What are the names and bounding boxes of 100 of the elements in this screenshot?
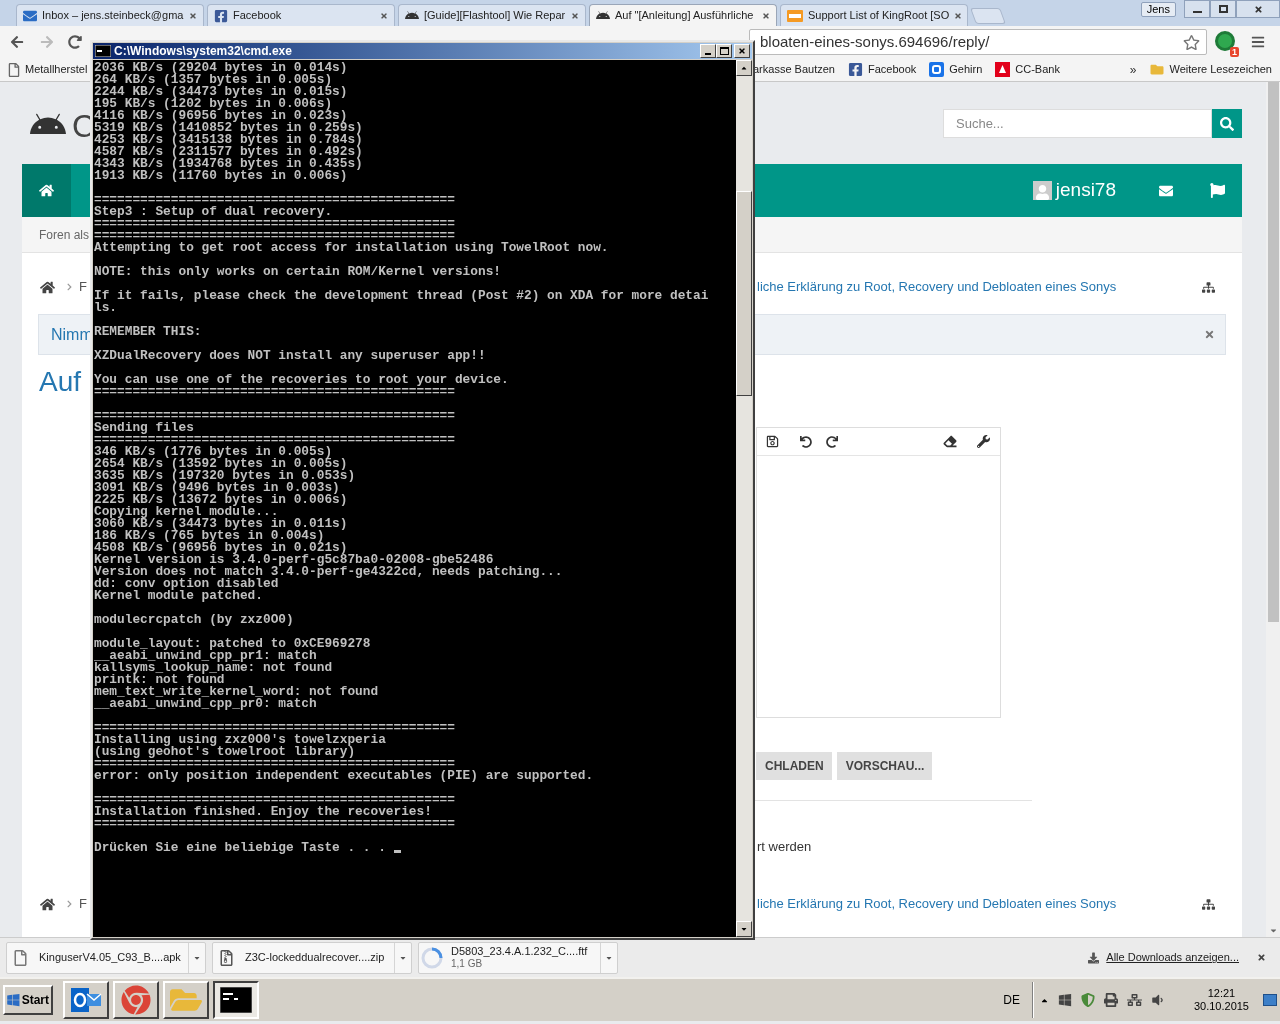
form-button[interactable]: CHLADEN [756, 752, 832, 780]
subnav-link[interactable]: Foren als [39, 225, 90, 244]
undo-icon[interactable] [800, 435, 812, 448]
close-icon[interactable] [954, 11, 963, 20]
console-line: 4587 KB/s (2311577 bytes in 0.492s) [94, 146, 364, 158]
browser-tab[interactable]: [Guide][Flashtool] Wie Repar [398, 4, 586, 26]
close-icon[interactable] [762, 11, 770, 20]
console-line: 346 KB/s (1776 bytes in 0.005s) [94, 446, 333, 458]
reload-icon[interactable] [68, 35, 82, 49]
menu-icon[interactable] [1251, 35, 1265, 49]
home-icon[interactable] [40, 896, 55, 912]
download-item[interactable]: Z3C-lockeddualrecover....zip [212, 941, 412, 974]
close-icon[interactable] [1257, 953, 1266, 962]
scroll-thumb[interactable] [736, 191, 752, 396]
console-line: XZDualRecovery does NOT install any superuser app!! [94, 350, 487, 362]
shield-icon[interactable] [1080, 993, 1095, 1007]
down-arrow-icon [740, 925, 748, 933]
home-button[interactable] [22, 164, 71, 217]
browser-tab[interactable]: Auf "[Anleitung] Ausführliche [589, 4, 777, 26]
more-bookmarks-button[interactable]: » [1129, 60, 1137, 79]
extension-icon[interactable] [1215, 31, 1235, 51]
console-line: =============================================== [94, 230, 455, 242]
close-icon[interactable] [1204, 329, 1215, 340]
save-icon[interactable] [766, 435, 779, 448]
show-all-downloads-link[interactable]: Alle Downloads anzeigen... [1106, 949, 1239, 966]
tab-title: [Guide][Flashtool] Wie Repar [424, 8, 566, 24]
console-line: You can use one of the recoveries to root your device. [94, 374, 510, 386]
start-button[interactable]: Start [3, 985, 53, 1015]
clock-time[interactable]: 12:21 [1207, 987, 1236, 1000]
redo-icon[interactable] [826, 435, 838, 448]
console-line: 195 KB/s (1202 bytes in 0.006s) [94, 98, 333, 110]
browser-tab[interactable]: Inbox – jens.steinbeck@gma [16, 4, 204, 26]
scroll-down-button[interactable] [736, 921, 752, 937]
console-line: ls. [94, 302, 119, 314]
maximize-button[interactable] [1210, 0, 1236, 18]
console-line: Kernel module patched. [94, 590, 264, 602]
language-indicator[interactable]: DE [1003, 991, 1020, 1009]
console-line: dd: conv option disabled [94, 578, 279, 590]
console-line: 4116 KB/s (96956 bytes in 0.023s) [94, 110, 348, 122]
mail-icon[interactable] [1158, 183, 1174, 198]
bookmark[interactable]: Facebook [847, 61, 917, 78]
bookmark-folder[interactable]: Weitere Lesezeichen [1150, 61, 1272, 78]
console-line: 2244 KB/s (34473 bytes in 0.015s) [94, 86, 349, 98]
file-icon [13, 949, 27, 966]
console-line: 4343 KB/s (1934768 bytes in 0.435s) [94, 158, 364, 170]
sitemap-icon[interactable] [1202, 897, 1215, 911]
bookmark[interactable]: CC-Bank [995, 61, 1060, 78]
clock-date[interactable]: 30.10.2015 [1193, 1000, 1249, 1013]
up-arrow-icon [740, 64, 748, 72]
taskbar-app[interactable] [213, 981, 259, 1019]
address-field[interactable]: bloaten-eines-sonys.694696/reply/ [749, 29, 1207, 55]
console-icon [95, 45, 111, 57]
back-icon[interactable] [10, 35, 24, 49]
wrench-icon[interactable] [977, 435, 990, 448]
console-line: mem_text_write_kernel_word: not found [94, 686, 380, 698]
breadcrumb-link[interactable]: liche Erklärung zu Root, Recovery und Debloaten eines Sonys [757, 894, 1117, 914]
download-size: 1,1 GB [451, 958, 484, 970]
page-icon [8, 62, 20, 77]
eraser-icon[interactable] [943, 435, 957, 448]
square-logo-icon [929, 62, 945, 77]
avatar-icon [1032, 181, 1052, 200]
browser-tab[interactable]: Facebook [207, 4, 395, 26]
scroll-down-icon[interactable] [1268, 926, 1278, 935]
console-line: =============================================== [94, 794, 456, 806]
windows-flag-icon[interactable] [1057, 993, 1072, 1007]
user-menu[interactable]: jensi78 [1032, 176, 1116, 205]
scroll-up-button[interactable] [736, 60, 752, 76]
console-line: Drücken Sie eine beliebige Taste . . . [94, 842, 386, 854]
download-item[interactable]: KinguserV4.05_C93_B....apk [6, 941, 206, 974]
printer-icon[interactable] [1103, 993, 1118, 1007]
windows-logo-icon [7, 993, 20, 1007]
search-field[interactable]: Suche... [943, 109, 1212, 138]
minimize-button[interactable] [1184, 0, 1210, 18]
breadcrumb-link[interactable]: F [79, 894, 87, 914]
home-icon[interactable] [40, 279, 55, 295]
console-scrollbar[interactable] [736, 60, 752, 937]
bookmark[interactable]: Gehirn [929, 61, 983, 78]
console-line: Version does not match 3.4.0-perf-ge4322cd, needs patching... [94, 566, 564, 578]
close-icon[interactable] [189, 11, 197, 20]
star-icon[interactable] [1183, 33, 1200, 51]
breadcrumb-link[interactable]: F [79, 277, 87, 297]
form-button[interactable]: VORSCHAU... [836, 752, 933, 780]
sitemap-icon[interactable] [1202, 280, 1215, 294]
console-line: Installation finished. Enjoy the recoveries! [94, 806, 433, 818]
address-text: bloaten-eines-sonys.694696/reply/ [760, 31, 990, 52]
browser-tab[interactable]: Support List of KingRoot [SO [780, 4, 968, 26]
console-line: Installing using zxz0O0's towelzxperia [94, 734, 387, 746]
breadcrumb-link[interactable]: liche Erklärung zu Root, Recovery und Debloaten eines Sonys [757, 277, 1117, 297]
search-button[interactable] [1212, 109, 1242, 138]
scroll-thumb[interactable] [1267, 82, 1279, 622]
profile-name[interactable]: Jens [1140, 2, 1176, 17]
close-icon[interactable] [380, 11, 388, 20]
download-item[interactable]: D5803_23.4.A.1.232_C....ftf 1,1 GB [418, 941, 618, 974]
console-line: module_layout: patched to 0xCE969278 [94, 638, 372, 650]
network-icon[interactable] [1126, 993, 1142, 1007]
tab-title: Auf "[Anleitung] Ausführliche [615, 8, 754, 24]
close-icon[interactable] [571, 11, 579, 20]
page-scrollbar[interactable] [1266, 82, 1280, 937]
speaker-icon[interactable] [1150, 993, 1164, 1007]
flag-icon[interactable] [1210, 183, 1225, 198]
